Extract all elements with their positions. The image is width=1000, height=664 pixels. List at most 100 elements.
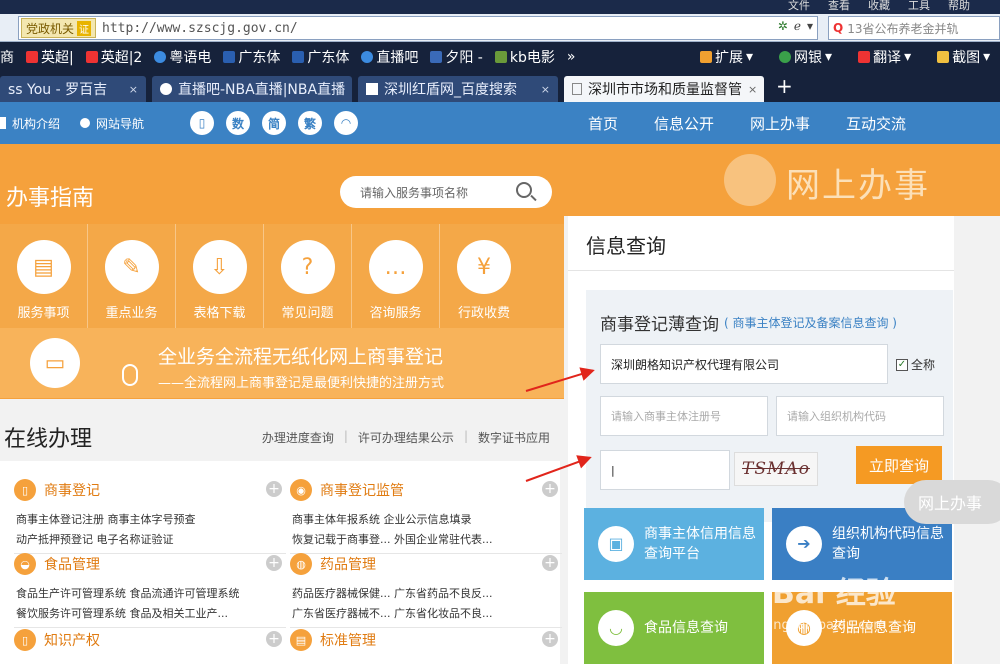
captcha-input[interactable]: | [600,450,730,490]
engine-icon[interactable]: ℯ [794,19,801,33]
permit-result-link[interactable]: 许可办理结果公示 [358,429,454,446]
tab-zhibo8[interactable]: 直播吧-NBA直播|NBA直播× [152,76,352,102]
category-title[interactable]: 知识产权 [44,630,100,650]
nav-info-public[interactable]: 信息公开 [654,113,714,134]
screenshot-button[interactable]: 截图 ▾ [937,47,990,67]
expand-icon[interactable]: + [542,631,558,647]
company-name-input[interactable]: 深圳朗格知识产权代理有限公司 [600,344,888,384]
query-button[interactable]: 立即查询 [856,446,942,484]
close-icon[interactable]: × [129,83,138,96]
menu-help[interactable]: 帮助 [948,0,970,13]
menu-favorites[interactable]: 收藏 [868,0,890,13]
mobile-icon[interactable]: ▯ [190,111,215,135]
category-title[interactable]: 商事登记监管 [320,480,404,500]
full-name-checkbox[interactable]: ✓ 全称 [896,356,935,373]
bookmarks-more[interactable]: » [567,49,576,65]
category-title[interactable]: 标准管理 [320,630,376,650]
guide-item-key-business[interactable]: ✎ 重点业务 [88,224,176,328]
expand-icon[interactable]: + [266,481,282,497]
refresh-icon[interactable]: ✲ [778,19,788,33]
bookmark-item[interactable]: kb电影 [494,47,555,67]
floating-online-service-button[interactable]: 网上办事 [904,480,1000,524]
scissors-icon [937,51,950,63]
address-field[interactable]: 党政机关 证 http://www.szscjg.gov.cn/ ✲ ℯ ▾ [18,16,818,40]
expand-icon[interactable]: + [266,631,282,647]
close-icon[interactable]: × [351,83,352,96]
category-line[interactable]: 餐饮服务许可管理系统 食品及相关工业产... [14,605,286,621]
bookmark-item[interactable]: 广东体 [223,47,280,67]
tile-food-query[interactable]: ◡ 食品信息查询 [584,592,764,664]
guide-item-consult[interactable]: … 咨询服务 [352,224,440,328]
category-title[interactable]: 商事登记 [44,480,100,500]
category-line[interactable]: 药品医疗器械保健... 广东省药品不良反... [290,585,562,601]
search-icon[interactable] [516,182,532,198]
progress-query-link[interactable]: 办理进度查询 [262,429,334,446]
registration-query-subtitle[interactable]: ( 商事主体登记及备案信息查询 ) [724,314,897,331]
close-icon[interactable]: × [541,83,550,96]
film-icon [494,51,507,63]
category-title[interactable]: 食品管理 [44,554,100,574]
new-tab-button[interactable]: + [776,74,793,98]
site-badge[interactable]: 党政机关 证 [21,18,97,38]
tile-credit-query[interactable]: ▣ 商事主体信用信息查询平台 [584,508,764,580]
menu-tools[interactable]: 工具 [908,0,930,13]
nav-interaction[interactable]: 互动交流 [846,113,906,134]
registration-number-input[interactable]: 请输入商事主体注册号 [600,396,768,436]
bookmark-item[interactable]: 夕阳 - [430,47,483,67]
category-line[interactable]: 广东省医疗器械不... 广东省化妆品不良... [290,605,562,621]
extensions-button[interactable]: 扩展 ▾ [700,47,753,67]
simplified-button[interactable]: 简 [262,111,287,135]
org-intro-link[interactable]: 机构介绍 [12,115,60,132]
bookmark-item[interactable]: 广东体 [292,47,349,67]
category-title[interactable]: 药品管理 [320,554,376,574]
guide-icon-row: ▤ 服务事项 ✎ 重点业务 ⇩ 表格下载 ? 常见问题 … 咨询服务 ¥ 行政收费 [0,224,564,328]
bowl-icon: ◡ [598,610,634,646]
search-text: 13省公布养老金并轨 [847,21,959,36]
expand-icon[interactable]: + [542,481,558,497]
bookmark-item[interactable]: 粤语电 [154,47,211,67]
category-line[interactable]: 食品生产许可管理系统 食品流通许可管理系统 [14,585,286,601]
rss-icon[interactable]: ◠ [334,111,359,135]
chevron-down-icon[interactable]: ▾ [807,19,813,33]
guide-search-input[interactable]: 请输入服务事项名称 [340,176,552,208]
site-nav-left: 机构介绍 网站导航 ▯ 数 简 繁 ◠ [0,102,359,144]
menu-view[interactable]: 查看 [828,0,850,13]
org-code-input[interactable]: 请输入组织机构代码 [776,396,944,436]
tab-music[interactable]: ss You - 罗百吉 × [0,76,146,102]
edit-icon: ✎ [104,240,159,294]
divider: | [343,429,348,443]
expand-icon[interactable]: + [266,555,282,571]
traditional-button[interactable]: 繁 [298,111,323,135]
category-line[interactable]: 商事主体年报系统 企业公示信息填录 [290,511,562,527]
guide-item-forms[interactable]: ⇩ 表格下载 [176,224,264,328]
nav-online-service[interactable]: 网上办事 [750,113,810,134]
tab-szscjg[interactable]: 深圳市市场和质量监督管 × [564,76,764,102]
translate-button[interactable]: 翻译 ▾ [858,47,911,67]
search-field[interactable]: Q 13省公布养老金并轨 [828,16,1000,40]
org-icon [0,117,6,129]
bank-button[interactable]: 网银 ▾ [779,47,832,67]
category-line[interactable]: 恢复记载于商事登... 外国企业常驻代表... [290,531,562,547]
guide-item-faq[interactable]: ? 常见问题 [264,224,352,328]
data-button[interactable]: 数 [226,111,251,135]
guide-item-services[interactable]: ▤ 服务事项 [0,224,88,328]
nav-home[interactable]: 首页 [588,113,618,134]
guide-item-fees[interactable]: ¥ 行政收费 [440,224,528,328]
registration-banner[interactable]: ▭ 全业务全流程无纸化网上商事登记 ——全流程网上商事登记是最便利快捷的注册方式 [0,328,564,398]
menu-file[interactable]: 文件 [788,0,810,13]
url-text[interactable]: http://www.szscjg.gov.cn/ [102,21,298,36]
tab-baidu-search[interactable]: 深圳红盾网_百度搜索 × [358,76,558,102]
category-line[interactable]: 商事主体登记注册 商事主体字号预查 [14,511,286,527]
checkbox-checked-icon[interactable]: ✓ [896,358,908,371]
bookmark-item[interactable]: 英超|2 [85,47,142,67]
site-icon [292,51,305,63]
captcha-image[interactable]: TSMAo [734,452,818,486]
bookmark-item[interactable]: 英超| [26,47,74,67]
category-line[interactable]: 动产抵押预登记 电子名称证验证 [14,531,286,547]
close-icon[interactable]: × [748,83,757,96]
bookmark-item[interactable]: 直播吧 [361,47,418,67]
expand-icon[interactable]: + [542,555,558,571]
site-map-link[interactable]: 网站导航 [96,115,144,132]
bookmark-item[interactable]: 商 [0,47,14,67]
digital-cert-link[interactable]: 数字证书应用 [478,429,550,446]
